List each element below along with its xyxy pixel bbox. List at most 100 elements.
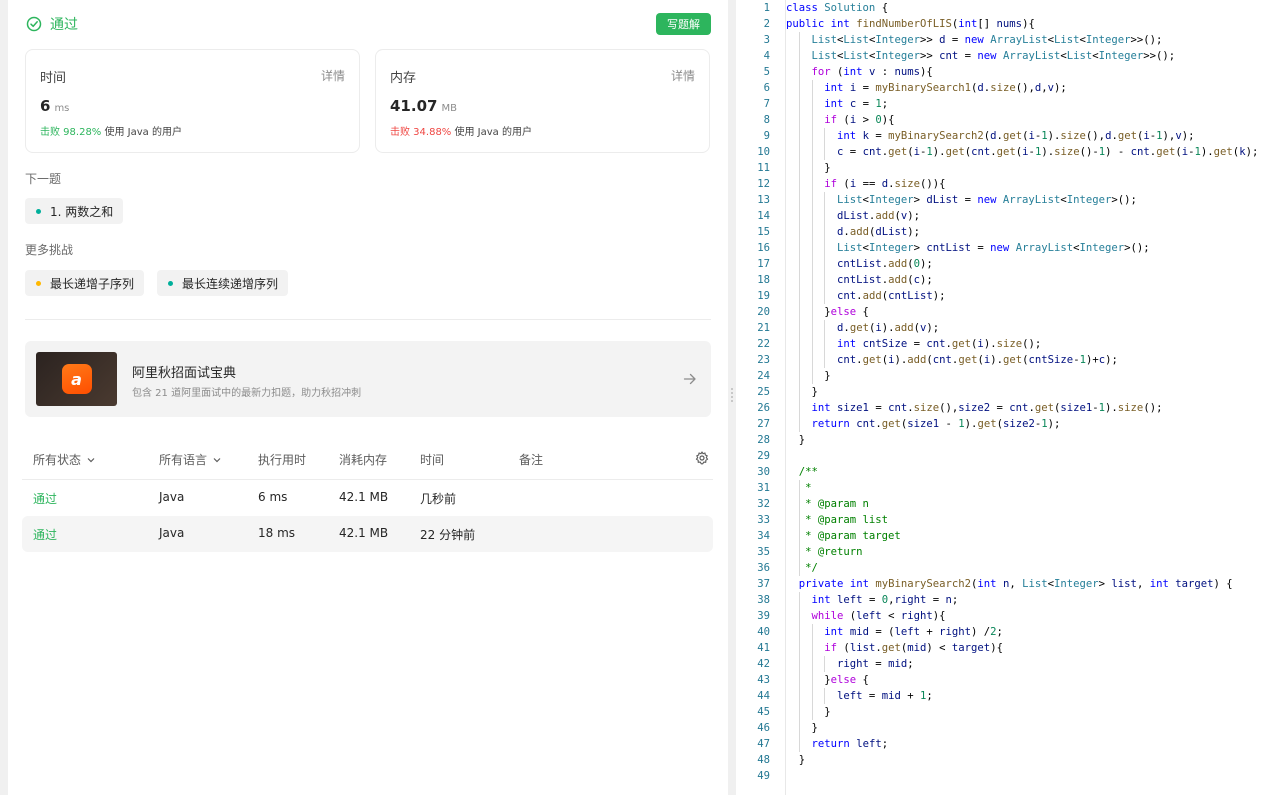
code-line[interactable]: 27 return cnt.get(size1 - 1).get(size2-1… <box>736 416 1272 432</box>
line-number: 1 <box>763 2 770 14</box>
code-line[interactable]: 40 int mid = (left + right) /2; <box>736 624 1272 640</box>
code-line[interactable]: 5 for (int v : nums){ <box>736 64 1272 80</box>
line-number: 11 <box>757 162 770 174</box>
code-text: * <box>786 482 812 494</box>
memory-detail-link[interactable]: 详情 <box>671 67 695 84</box>
code-line[interactable]: 43 }else { <box>736 672 1272 688</box>
code-line[interactable]: 9 int k = myBinarySearch2(d.get(i-1).siz… <box>736 128 1272 144</box>
code-line[interactable]: 45 } <box>736 704 1272 720</box>
runtime-beat-percent: 击败 98.28% <box>40 127 102 138</box>
code-line[interactable]: 31 * <box>736 480 1272 496</box>
line-number: 36 <box>757 562 770 574</box>
language-filter[interactable]: 所有语言 <box>159 451 222 468</box>
line-number: 2 <box>763 18 770 30</box>
code-text: d.add(dList); <box>837 226 920 238</box>
code-line[interactable]: 16 List<Integer> cntList = new ArrayList… <box>736 240 1272 256</box>
code-line[interactable]: 8 if (i > 0){ <box>736 112 1272 128</box>
table-row[interactable]: 通过 Java 18 ms 42.1 MB 22 分钟前 <box>22 516 713 552</box>
code-line[interactable]: 26 int size1 = cnt.size(),size2 = cnt.ge… <box>736 400 1272 416</box>
code-line[interactable]: 14 dList.add(v); <box>736 208 1272 224</box>
code-line[interactable]: 25 } <box>736 384 1272 400</box>
line-number: 13 <box>757 194 770 206</box>
challenge-chip-lis[interactable]: 最长递增子序列 <box>25 270 145 296</box>
code-line[interactable]: 41 if (list.get(mid) < target){ <box>736 640 1272 656</box>
challenge-chip-lcis[interactable]: 最长连续递增序列 <box>157 270 289 296</box>
code-line[interactable]: 33 * @param list <box>736 512 1272 528</box>
line-number: 16 <box>757 242 770 254</box>
panel-resize-handle[interactable] <box>728 0 736 795</box>
gear-icon[interactable] <box>695 451 709 465</box>
line-number: 12 <box>757 178 770 190</box>
code-line[interactable]: 12 if (i == d.size()){ <box>736 176 1272 192</box>
write-solution-button[interactable]: 写题解 <box>656 13 711 35</box>
code-line[interactable]: 44 left = mid + 1; <box>736 688 1272 704</box>
code-text: } <box>786 162 831 174</box>
code-line[interactable]: 39 while (left < right){ <box>736 608 1272 624</box>
row-memory: 42.1 MB <box>339 526 389 540</box>
table-row[interactable]: 通过 Java 6 ms 42.1 MB 几秒前 <box>22 480 713 516</box>
code-line[interactable]: 15 d.add(dList); <box>736 224 1272 240</box>
code-line[interactable]: 17 cntList.add(0); <box>736 256 1272 272</box>
status-filter[interactable]: 所有状态 <box>33 451 96 468</box>
code-line[interactable]: 36 */ <box>736 560 1272 576</box>
arrow-right-icon <box>683 373 696 385</box>
code-line[interactable]: 29 <box>736 448 1272 464</box>
code-line[interactable]: 20 }else { <box>736 304 1272 320</box>
code-line[interactable]: 23 cnt.get(i).add(cnt.get(i).get(cntSize… <box>736 352 1272 368</box>
code-line[interactable]: 48 } <box>736 752 1272 768</box>
memory-number: 41.07 <box>390 97 438 115</box>
line-number: 37 <box>757 578 770 590</box>
code-line[interactable]: 4 List<List<Integer>> cnt = new ArrayLis… <box>736 48 1272 64</box>
code-text: * @param n <box>786 498 869 510</box>
code-line[interactable]: 22 int cntSize = cnt.get(i).size(); <box>736 336 1272 352</box>
code-line[interactable]: 2 public int findNumberOfLIS(int[] nums){ <box>736 16 1272 32</box>
code-line[interactable]: 37 private int myBinarySearch2(int n, Li… <box>736 576 1272 592</box>
code-line[interactable]: 47 return left; <box>736 736 1272 752</box>
code-text: int left = 0,right = n; <box>811 594 959 606</box>
code-text: */ <box>786 562 818 574</box>
language-filter-label: 所有语言 <box>159 453 208 467</box>
line-number: 26 <box>757 402 770 414</box>
code-line[interactable]: 28 } <box>736 432 1272 448</box>
code-line[interactable]: 30 /** <box>736 464 1272 480</box>
line-number: 9 <box>763 130 770 142</box>
code-line[interactable]: 21 d.get(i).add(v); <box>736 320 1272 336</box>
next-question-chip[interactable]: 1. 两数之和 <box>25 198 124 224</box>
code-editor[interactable]: 1 class Solution { 2 public int findNumberO… <box>736 0 1272 795</box>
code-line[interactable]: 49 <box>736 768 1272 784</box>
promo-banner[interactable]: a 阿里秋招面试宝典 包含 21 道阿里面试中的最新力扣题，助力秋招冲刺 <box>25 341 711 417</box>
code-text: int c = 1; <box>824 98 889 110</box>
note-column-header: 备注 <box>519 453 544 467</box>
code-text: int size1 = cnt.size(),size2 = cnt.get(s… <box>811 402 1163 414</box>
code-line[interactable]: 38 int left = 0,right = n; <box>736 592 1272 608</box>
row-status[interactable]: 通过 <box>33 490 57 507</box>
code-text: private int myBinarySearch2(int n, List<… <box>798 578 1233 590</box>
banner-title: 阿里秋招面试宝典 <box>132 366 237 381</box>
runtime-detail-link[interactable]: 详情 <box>321 67 345 84</box>
code-line[interactable]: 34 * @param target <box>736 528 1272 544</box>
code-line[interactable]: 6 int i = myBinarySearch1(d.size(),d,v); <box>736 80 1272 96</box>
code-line[interactable]: 35 * @return <box>736 544 1272 560</box>
code-line[interactable]: 11 } <box>736 160 1272 176</box>
line-number: 41 <box>757 642 770 654</box>
code-line[interactable]: 24 } <box>736 368 1272 384</box>
memory-value: 41.07 MB <box>390 97 457 115</box>
row-status[interactable]: 通过 <box>33 526 57 543</box>
difficulty-easy-dot <box>36 208 41 214</box>
code-line[interactable]: 13 List<Integer> dList = new ArrayList<I… <box>736 192 1272 208</box>
code-text: for (int v : nums){ <box>811 66 933 78</box>
code-line[interactable]: 7 int c = 1; <box>736 96 1272 112</box>
code-text: } <box>786 386 818 398</box>
code-line[interactable]: 3 List<List<Integer>> d = new ArrayList<… <box>736 32 1272 48</box>
code-line[interactable]: 18 cntList.add(c); <box>736 272 1272 288</box>
runtime-card: 时间 详情 6 ms 击败 98.28% 使用 Java 的用户 <box>25 49 360 153</box>
runtime-unit: ms <box>54 103 70 114</box>
line-number: 34 <box>757 530 770 542</box>
code-text: public int findNumberOfLIS(int[] nums){ <box>786 18 1035 30</box>
code-line[interactable]: 46 } <box>736 720 1272 736</box>
code-line[interactable]: 10 c = cnt.get(i-1).get(cnt.get(i-1).siz… <box>736 144 1272 160</box>
code-line[interactable]: 42 right = mid; <box>736 656 1272 672</box>
code-line[interactable]: 1 class Solution { <box>736 0 1272 16</box>
code-line[interactable]: 32 * @param n <box>736 496 1272 512</box>
code-line[interactable]: 19 cnt.add(cntList); <box>736 288 1272 304</box>
